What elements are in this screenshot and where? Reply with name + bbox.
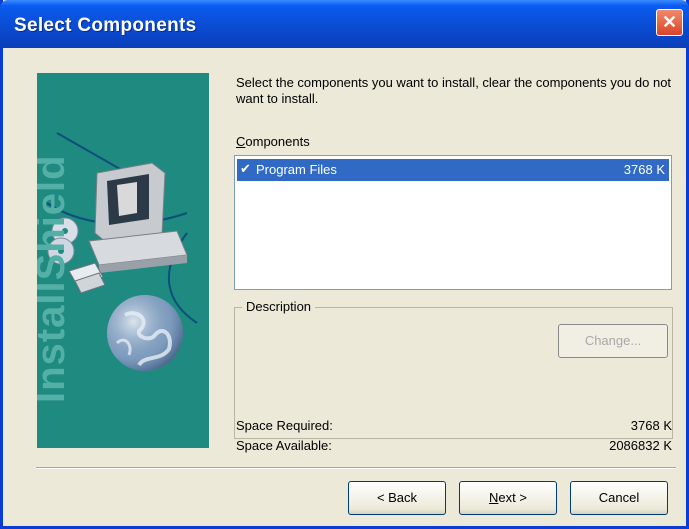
space-required-value: 3768 K bbox=[630, 418, 672, 433]
back-button[interactable]: < Back bbox=[348, 481, 446, 515]
globe-icon bbox=[107, 295, 183, 371]
component-size: 3768 K bbox=[623, 162, 665, 177]
change-button[interactable]: Change... bbox=[558, 324, 668, 358]
setup-dialog: Select Components ✕ InstallShield Select… bbox=[0, 0, 689, 529]
space-required-row: Space Required: 3768 K bbox=[236, 418, 672, 433]
intro-text: Select the components you want to instal… bbox=[236, 75, 672, 106]
space-available-label: Space Available: bbox=[236, 438, 332, 453]
title-bar[interactable]: Select Components ✕ bbox=[0, 0, 689, 48]
next-button[interactable]: Next > bbox=[459, 481, 557, 515]
banner-brand-text: InstallShield bbox=[37, 154, 73, 403]
close-icon: ✕ bbox=[661, 12, 678, 32]
window-title: Select Components bbox=[14, 15, 197, 36]
description-legend: Description bbox=[242, 299, 316, 314]
space-required-label: Space Required: bbox=[236, 418, 333, 433]
list-item[interactable]: ✔ Program Files 3768 K bbox=[237, 159, 669, 181]
space-available-value: 2086832 K bbox=[609, 438, 672, 453]
components-label: Components bbox=[236, 134, 310, 149]
installshield-banner: InstallShield bbox=[37, 73, 209, 448]
component-name: Program Files bbox=[256, 162, 337, 177]
space-available-row: Space Available: 2086832 K bbox=[236, 438, 672, 453]
components-listbox[interactable]: ✔ Program Files 3768 K bbox=[234, 155, 672, 290]
cancel-button[interactable]: Cancel bbox=[570, 481, 668, 515]
separator bbox=[36, 467, 676, 469]
close-button[interactable]: ✕ bbox=[656, 9, 683, 36]
checkmark-icon[interactable]: ✔ bbox=[240, 161, 251, 177]
